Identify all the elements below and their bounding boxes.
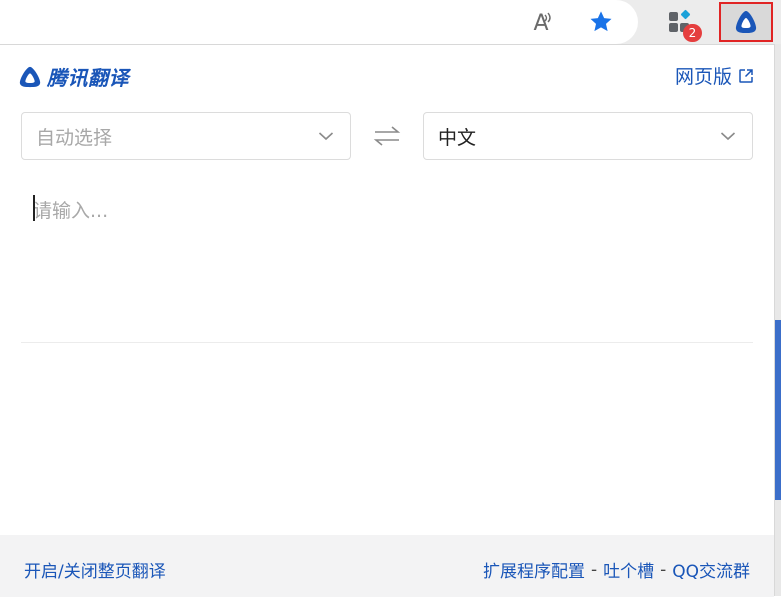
source-text-input[interactable] bbox=[21, 190, 753, 342]
favorites-star-icon bbox=[590, 11, 612, 32]
favorites-button[interactable] bbox=[582, 5, 620, 39]
target-language-select[interactable]: 中文 bbox=[423, 112, 753, 160]
tencent-translate-extension-button[interactable] bbox=[719, 2, 773, 42]
target-language-value: 中文 bbox=[438, 126, 477, 149]
feedback-link[interactable]: 吐个槽 bbox=[603, 557, 654, 582]
source-language-select[interactable]: 自动选择 bbox=[21, 112, 351, 160]
sound-waves-icon bbox=[544, 12, 551, 23]
brand: 腾讯翻译 bbox=[18, 62, 129, 91]
source-language-value: 自动选择 bbox=[36, 126, 113, 149]
web-version-label: 网页版 bbox=[674, 66, 732, 88]
web-version-link[interactable]: 网页版 bbox=[675, 62, 754, 89]
qq-group-link[interactable]: QQ交流群 bbox=[672, 557, 750, 582]
external-link-icon bbox=[739, 68, 753, 83]
toggle-page-translate-link[interactable]: 开启/关闭整页翻译 bbox=[24, 557, 166, 582]
read-aloud-button[interactable]: A bbox=[522, 5, 560, 39]
brand-name: 腾讯翻译 bbox=[47, 68, 129, 90]
divider bbox=[21, 342, 753, 343]
chevron-down-icon bbox=[720, 132, 736, 141]
tencent-translate-logo-icon bbox=[19, 66, 41, 87]
translate-popup: 腾讯翻译 网页版 自动选择 中文 开启/关闭整页翻译 扩展程序配置 - bbox=[0, 44, 775, 597]
footer-links: 扩展程序配置 - 吐个槽 - QQ交流群 bbox=[483, 557, 750, 583]
browser-toolbar: A 2 bbox=[0, 0, 781, 44]
page-background-strip bbox=[775, 44, 781, 596]
swap-arrows-icon bbox=[373, 126, 401, 146]
extension-settings-link[interactable]: 扩展程序配置 bbox=[483, 557, 585, 582]
separator: - bbox=[590, 559, 598, 580]
swap-languages-button[interactable] bbox=[372, 123, 402, 149]
separator: - bbox=[660, 559, 667, 580]
text-caret bbox=[33, 195, 35, 221]
extensions-count-badge: 2 bbox=[683, 24, 702, 42]
popup-footer: 开启/关闭整页翻译 扩展程序配置 - 吐个槽 - QQ交流群 bbox=[0, 535, 774, 597]
chevron-down-icon bbox=[318, 132, 334, 141]
tencent-translate-logo-icon bbox=[735, 11, 757, 33]
